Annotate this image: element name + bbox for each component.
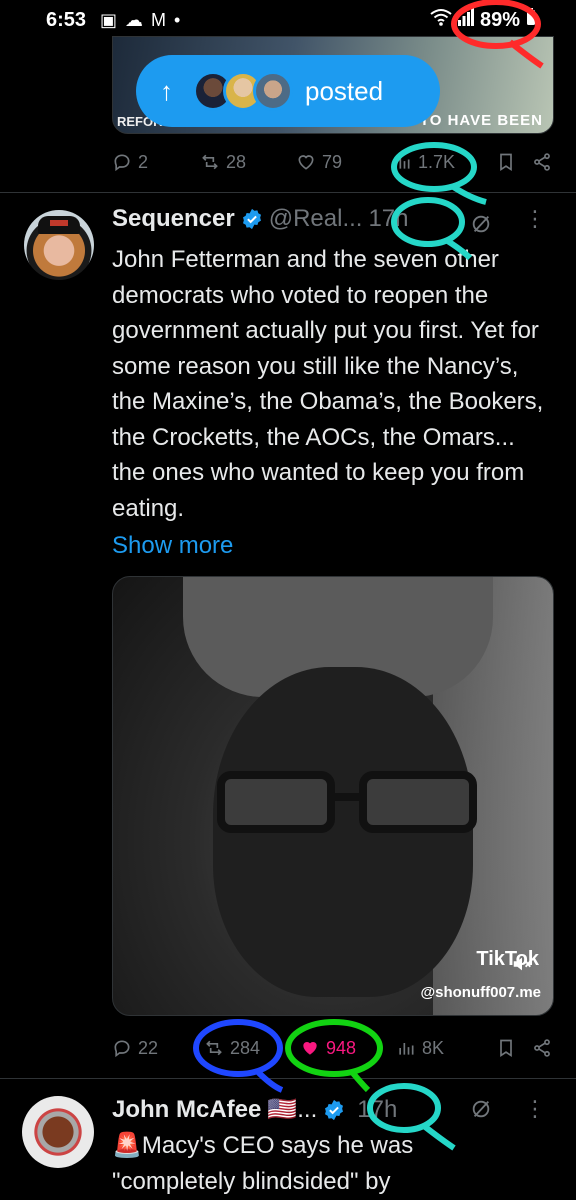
author-name[interactable]: Sequencer	[112, 205, 235, 233]
share-icon[interactable]	[532, 1038, 552, 1058]
views-button[interactable]: 1.7K	[392, 152, 455, 173]
gallery-icon: ▣	[100, 9, 118, 30]
more-options-icon[interactable]: ⋮	[524, 1096, 546, 1122]
posted-label: posted	[305, 75, 384, 106]
tweet-actions: 22 284 948 8K	[112, 1028, 552, 1068]
verified-badge-icon	[242, 208, 261, 230]
author-name[interactable]: John McAfee	[112, 1096, 261, 1124]
gmail-icon: M	[151, 9, 167, 30]
repost-count: 28	[226, 151, 247, 172]
views-icon	[395, 157, 410, 169]
more-options-icon[interactable]: ⋮	[524, 206, 546, 232]
heart-icon	[298, 155, 314, 170]
share-icon[interactable]	[532, 152, 552, 172]
bookmark-icon[interactable]	[496, 1038, 516, 1058]
battery-percent: 89%	[479, 8, 520, 31]
status-bar: 6:53 ▣ ☁ M • 89%	[0, 0, 576, 40]
avatar[interactable]	[24, 210, 94, 280]
posted-avatars	[193, 71, 293, 111]
like-count: 948	[326, 1037, 357, 1058]
grok-icon[interactable]	[470, 1098, 492, 1120]
grok-icon[interactable]	[470, 213, 492, 235]
cloud-icon: ☁	[125, 9, 144, 30]
top-post-extra-actions	[496, 152, 552, 172]
battery-icon	[526, 8, 536, 32]
new-posts-pill[interactable]: ↑ posted	[136, 55, 440, 127]
reply-icon	[114, 154, 130, 172]
next-tweet-line: 🚨Macy's CEO says he was	[112, 1132, 414, 1159]
author-handle[interactable]: @Real...	[269, 205, 363, 233]
tweet-time[interactable]: 17h	[368, 205, 408, 233]
status-time: 6:53	[46, 8, 87, 31]
reply-count: 2	[138, 151, 149, 172]
arrow-up-icon: ↑	[160, 75, 173, 106]
repost-button[interactable]: 28	[200, 152, 296, 173]
verified-badge-icon	[325, 1099, 344, 1120]
avatar-hat-logo	[50, 220, 68, 226]
reply-count: 22	[138, 1037, 159, 1058]
status-notification-icons: ▣ ☁ M •	[100, 10, 180, 31]
top-post-actions: 2 28 79 1.7K	[112, 142, 552, 182]
divider	[0, 192, 576, 193]
reply-icon	[114, 1040, 130, 1058]
tweet-time[interactable]: 17h	[357, 1096, 397, 1124]
author-flag: 🇺🇸...	[267, 1096, 318, 1123]
repost-count: 284	[230, 1037, 261, 1058]
show-more-link[interactable]: Show more	[112, 532, 233, 560]
tweet-header: Sequencer @Real... 17h	[112, 205, 409, 233]
views-icon	[399, 1043, 414, 1055]
video-glasses	[217, 771, 477, 833]
next-tweet-line: "completely blindsided" by	[112, 1167, 391, 1195]
repost-button[interactable]: 284	[204, 1038, 300, 1059]
tweet-text: John Fetterman and the seven other democ…	[112, 246, 544, 522]
like-count: 79	[322, 151, 343, 172]
repost-icon	[202, 154, 218, 170]
wifi-icon	[430, 8, 452, 32]
tiktok-handle: @shonuff007.me	[420, 984, 541, 1001]
reply-button[interactable]: 22	[112, 1038, 204, 1059]
tweet-extra-actions	[496, 1038, 552, 1058]
signal-icon	[457, 8, 474, 32]
like-button[interactable]: 79	[296, 152, 392, 173]
avatar[interactable]	[22, 1096, 94, 1168]
like-button[interactable]: 948	[300, 1038, 396, 1059]
repost-icon	[206, 1040, 222, 1056]
tweet-video[interactable]: TikTok @shonuff007.me	[112, 576, 554, 1016]
views-button[interactable]: 8K	[396, 1038, 444, 1059]
views-count: 8K	[422, 1037, 445, 1058]
avatar	[253, 71, 293, 111]
next-tweet-text: 🚨Macy's CEO says he was "completely blin…	[112, 1128, 552, 1199]
views-count: 1.7K	[418, 151, 456, 172]
dot-icon: •	[174, 9, 181, 30]
heart-filled-icon	[303, 1042, 317, 1055]
bookmark-icon[interactable]	[496, 152, 516, 172]
reply-button[interactable]: 2	[112, 152, 200, 173]
mute-icon[interactable]	[511, 953, 533, 975]
next-tweet-header: John McAfee 🇺🇸... 17h	[112, 1095, 397, 1124]
divider	[0, 1078, 576, 1079]
status-right: 89%	[430, 8, 536, 32]
